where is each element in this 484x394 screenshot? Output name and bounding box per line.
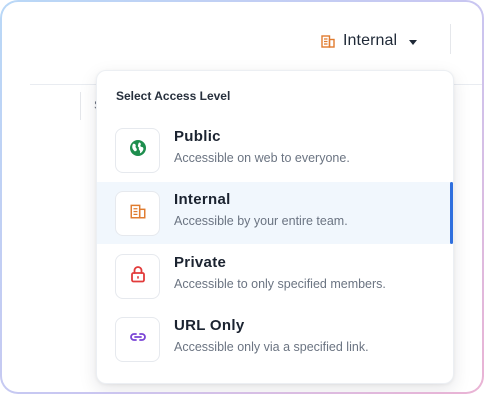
option-public[interactable]: Public Accessible on web to everyone. (97, 119, 453, 181)
app-surface: Internal S Select Access Level (2, 2, 482, 392)
option-internal-label: Internal (174, 191, 231, 208)
option-url-only[interactable]: URL Only Accessible only via a specified… (97, 308, 453, 370)
building-icon (320, 33, 336, 49)
option-public-label: Public (174, 128, 221, 145)
option-private[interactable]: Private Accessible to only specified mem… (97, 245, 453, 307)
access-level-label: Internal (343, 32, 398, 49)
menu-title: Select Access Level (116, 89, 231, 103)
window-frame: Internal S Select Access Level (0, 0, 484, 394)
option-private-description: Accessible to only specified members. (174, 277, 386, 291)
option-private-icon-box (115, 254, 160, 299)
option-url-only-label: URL Only (174, 317, 245, 334)
access-level-menu: Select Access Level Public Accessible on… (96, 70, 454, 384)
option-public-icon-box (115, 128, 160, 173)
building-icon (129, 202, 147, 225)
caret-down-icon (409, 39, 418, 45)
access-level-dropdown-trigger[interactable]: Internal (320, 30, 418, 52)
option-url-only-description: Accessible only via a specified link. (174, 340, 369, 354)
link-icon (128, 327, 148, 352)
globe-icon (128, 138, 148, 163)
option-internal-description: Accessible by your entire team. (174, 214, 348, 228)
toolbar-divider (450, 24, 451, 54)
option-private-label: Private (174, 254, 227, 271)
option-url-only-icon-box (115, 317, 160, 362)
option-internal-icon-box (115, 191, 160, 236)
lock-icon (128, 264, 148, 289)
option-internal[interactable]: Internal Accessible by your entire team. (97, 182, 453, 244)
background-divider (80, 92, 81, 120)
option-public-description: Accessible on web to everyone. (174, 151, 350, 165)
